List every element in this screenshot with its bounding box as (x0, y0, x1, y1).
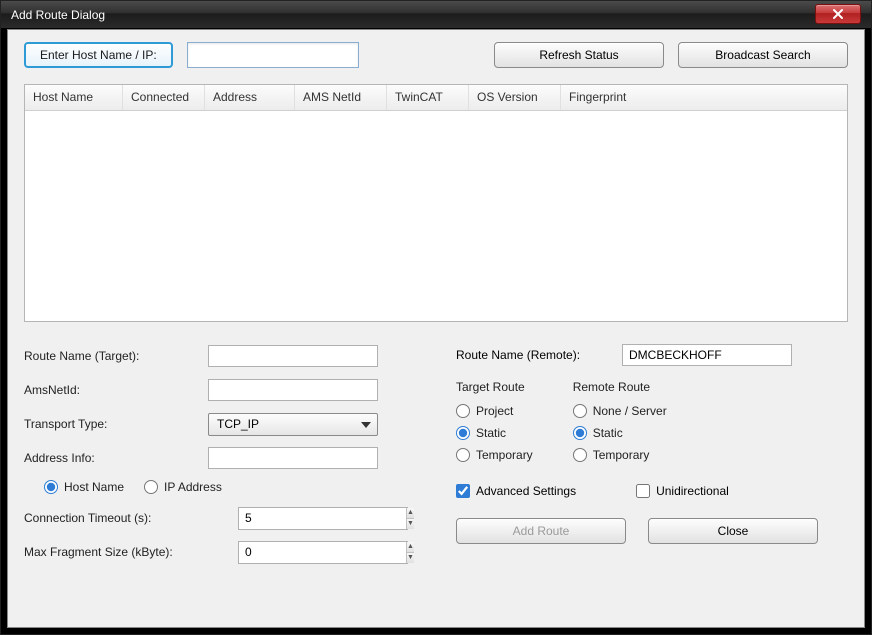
target-route-static-label: Static (476, 426, 506, 440)
left-column: Route Name (Target): AmsNetId: Transport… (24, 344, 416, 564)
close-icon (832, 8, 844, 20)
max-fragment-stepper[interactable]: ▲ ▼ (238, 541, 408, 564)
col-twincat[interactable]: TwinCAT (387, 85, 469, 110)
col-connected[interactable]: Connected (123, 85, 205, 110)
refresh-status-button[interactable]: Refresh Status (494, 42, 664, 68)
unidirectional-label: Unidirectional (656, 484, 729, 498)
grid-header: Host Name Connected Address AMS NetId Tw… (25, 85, 847, 111)
spin-up-icon[interactable]: ▲ (407, 508, 414, 519)
col-os-version[interactable]: OS Version (469, 85, 561, 110)
host-grid[interactable]: Host Name Connected Address AMS NetId Tw… (24, 84, 848, 322)
route-name-remote-label: Route Name (Remote): (456, 348, 622, 362)
max-fragment-label: Max Fragment Size (kByte): (24, 545, 238, 559)
radio-host-name-input[interactable] (44, 480, 58, 494)
enter-host-button[interactable]: Enter Host Name / IP: (24, 42, 173, 68)
route-name-target-input[interactable] (208, 345, 378, 367)
window-frame: Add Route Dialog Enter Host Name / IP: R… (0, 0, 872, 635)
col-ams-netid[interactable]: AMS NetId (295, 85, 387, 110)
radio-host-name-label: Host Name (64, 480, 124, 494)
radio-ip-address[interactable]: IP Address (144, 480, 222, 494)
remote-route-temporary-label: Temporary (593, 448, 650, 462)
connection-timeout-input[interactable] (239, 508, 406, 529)
checks-row: Advanced Settings Unidirectional (456, 484, 848, 498)
advanced-settings-label: Advanced Settings (476, 484, 576, 498)
target-route-project[interactable]: Project (456, 404, 533, 418)
transport-type-select[interactable]: TCP_IP (208, 413, 378, 436)
host-name-input[interactable] (187, 42, 359, 68)
unidirectional-checkbox[interactable]: Unidirectional (636, 484, 729, 498)
radio-ip-address-label: IP Address (164, 480, 222, 494)
remote-route-title: Remote Route (573, 380, 667, 394)
right-column: Route Name (Remote): Target Route Projec… (456, 344, 848, 564)
radio-host-name[interactable]: Host Name (44, 480, 124, 494)
target-route-group: Target Route Project Static Temporary (456, 380, 533, 462)
connection-timeout-label: Connection Timeout (s): (24, 511, 238, 525)
bottom-buttons: Add Route Close (456, 518, 848, 544)
route-groups: Target Route Project Static Temporary (456, 380, 848, 462)
target-route-static-input[interactable] (456, 426, 470, 440)
connection-timeout-stepper[interactable]: ▲ ▼ (238, 507, 408, 530)
target-route-temporary-label: Temporary (476, 448, 533, 462)
radio-ip-address-input[interactable] (144, 480, 158, 494)
spin-up-icon[interactable]: ▲ (407, 542, 414, 553)
remote-route-none[interactable]: None / Server (573, 404, 667, 418)
transport-type-value: TCP_IP (217, 417, 259, 431)
remote-route-static[interactable]: Static (573, 426, 667, 440)
col-fingerprint[interactable]: Fingerprint (561, 85, 847, 110)
dialog-client-area: Enter Host Name / IP: Refresh Status Bro… (7, 29, 865, 628)
window-close-button[interactable] (815, 4, 861, 24)
max-fragment-input[interactable] (239, 542, 406, 563)
remote-route-static-label: Static (593, 426, 623, 440)
remote-route-group: Remote Route None / Server Static Tempor… (573, 380, 667, 462)
advanced-settings-checkbox[interactable]: Advanced Settings (456, 484, 576, 498)
form-area: Route Name (Target): AmsNetId: Transport… (24, 344, 848, 564)
target-route-project-input[interactable] (456, 404, 470, 418)
chevron-down-icon (361, 422, 371, 428)
unidirectional-input[interactable] (636, 484, 650, 498)
target-route-temporary-input[interactable] (456, 448, 470, 462)
route-name-remote-input[interactable] (622, 344, 792, 366)
col-host-name[interactable]: Host Name (25, 85, 123, 110)
address-info-label: Address Info: (24, 451, 208, 465)
route-name-target-label: Route Name (Target): (24, 349, 208, 363)
remote-route-temporary-input[interactable] (573, 448, 587, 462)
advanced-settings-input[interactable] (456, 484, 470, 498)
window-title: Add Route Dialog (11, 8, 105, 22)
target-route-project-label: Project (476, 404, 513, 418)
transport-type-label: Transport Type: (24, 417, 208, 431)
ams-netid-label: AmsNetId: (24, 383, 208, 397)
add-route-button[interactable]: Add Route (456, 518, 626, 544)
address-info-input[interactable] (208, 447, 378, 469)
target-route-title: Target Route (456, 380, 533, 394)
col-address[interactable]: Address (205, 85, 295, 110)
remote-route-static-input[interactable] (573, 426, 587, 440)
spin-down-icon[interactable]: ▼ (407, 519, 414, 529)
target-route-static[interactable]: Static (456, 426, 533, 440)
titlebar: Add Route Dialog (1, 1, 871, 29)
address-info-radio-row: Host Name IP Address (24, 480, 416, 494)
close-button[interactable]: Close (648, 518, 818, 544)
target-route-temporary[interactable]: Temporary (456, 448, 533, 462)
spin-down-icon[interactable]: ▼ (407, 553, 414, 563)
remote-route-none-input[interactable] (573, 404, 587, 418)
top-row: Enter Host Name / IP: Refresh Status Bro… (24, 42, 848, 68)
remote-route-temporary[interactable]: Temporary (573, 448, 667, 462)
ams-netid-input[interactable] (208, 379, 378, 401)
broadcast-search-button[interactable]: Broadcast Search (678, 42, 848, 68)
remote-route-none-label: None / Server (593, 404, 667, 418)
